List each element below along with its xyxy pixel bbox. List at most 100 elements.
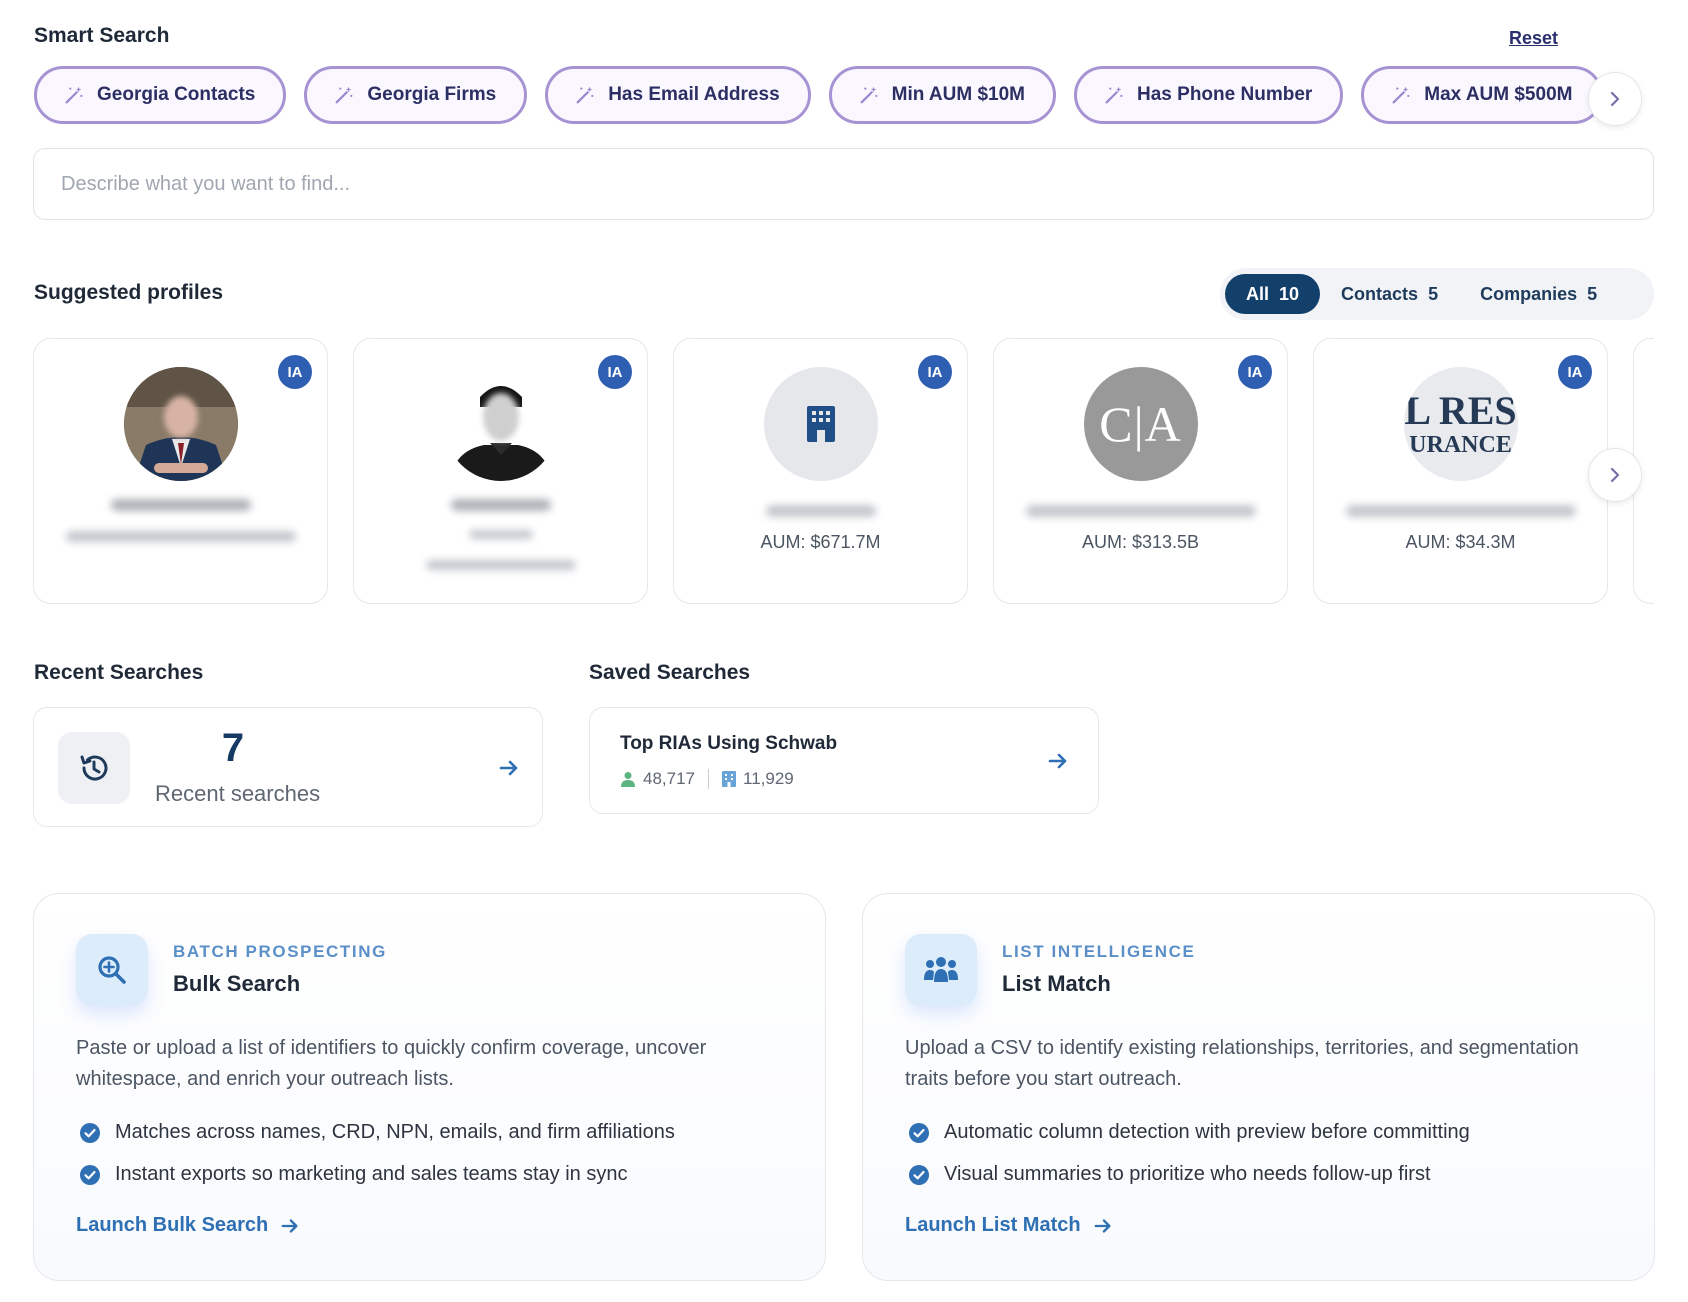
smart-chip-has-email[interactable]: Has Email Address — [545, 66, 811, 124]
saved-search-stats: 48,717 11,929 — [620, 769, 794, 789]
feature-link-label: Launch List Match — [905, 1214, 1081, 1236]
profile-card[interactable]: IA — [353, 338, 648, 604]
filter-label: Contacts — [1341, 283, 1419, 304]
feature-bullet-text: Automatic column detection with preview … — [944, 1121, 1470, 1143]
feature-bullet: Instant exports so marketing and sales t… — [80, 1163, 627, 1186]
feature-bullet: Matches across names, CRD, NPN, emails, … — [80, 1121, 675, 1144]
check-circle-icon — [80, 1122, 100, 1143]
blurred-company-name — [1345, 505, 1576, 517]
logo-text: URANCE — [1409, 432, 1512, 458]
arrow-right-icon — [1048, 753, 1067, 769]
feature-bullet-text: Visual summaries to prioritize who needs… — [944, 1163, 1431, 1185]
ia-badge: IA — [918, 355, 952, 389]
avatar — [443, 367, 558, 481]
profile-card[interactable]: IA L RES URANCE AUM: $34.3M — [1313, 338, 1608, 604]
contacts-count: 48,717 — [643, 769, 695, 788]
arrow-right-icon — [499, 760, 518, 776]
smart-search-input[interactable] — [33, 148, 1654, 220]
suggested-profiles-title: Suggested profiles — [34, 281, 224, 304]
chip-label: Georgia Firms — [367, 84, 497, 105]
recent-searches-count: 7 — [221, 726, 245, 770]
ia-badge: IA — [1238, 355, 1272, 389]
magic-wand-icon — [576, 86, 594, 104]
magic-wand-icon — [65, 86, 83, 104]
magic-wand-icon — [1105, 86, 1123, 104]
feature-bullet-text: Instant exports so marketing and sales t… — [115, 1163, 628, 1185]
recent-searches-card[interactable]: 7 Recent searches — [33, 707, 543, 827]
profile-filter-group: All 10 Contacts 5 Companies 5 — [1220, 268, 1654, 320]
smart-chip-has-phone[interactable]: Has Phone Number — [1074, 66, 1344, 124]
company-logo: C|A — [1083, 367, 1198, 481]
filter-label: Companies — [1480, 283, 1578, 304]
bulk-search-icon-box — [76, 934, 148, 1006]
ia-badge: IA — [278, 355, 312, 389]
filter-companies[interactable]: Companies 5 — [1459, 274, 1618, 314]
feature-title: List Match — [1002, 971, 1111, 996]
launch-bulk-search-link[interactable]: Launch Bulk Search — [76, 1214, 300, 1237]
filter-count: 10 — [1279, 283, 1300, 304]
aum-value: AUM: $34.3M — [1405, 532, 1516, 552]
chips-scroll-next-button[interactable] — [1588, 72, 1642, 126]
filter-all[interactable]: All 10 — [1225, 274, 1321, 314]
search-plus-icon — [98, 956, 126, 984]
feature-eyebrow: BATCH PROSPECTING — [173, 942, 387, 961]
feature-bullet-text: Matches across names, CRD, NPN, emails, … — [115, 1121, 675, 1143]
profile-card[interactable]: IA C|A AUM: $313.5B — [993, 338, 1288, 604]
avatar — [123, 367, 238, 481]
profile-card[interactable]: IA AUM: $671.7M — [673, 338, 968, 604]
check-circle-icon — [909, 1122, 929, 1143]
filter-contacts[interactable]: Contacts 5 — [1320, 274, 1459, 314]
filter-label: All — [1246, 283, 1270, 304]
list-match-card: LIST INTELLIGENCE List Match Upload a CS… — [862, 893, 1655, 1281]
history-icon — [80, 755, 108, 781]
company-logo: L RES URANCE — [1403, 367, 1518, 481]
logo-text: L RES — [1404, 388, 1517, 433]
launch-list-match-link[interactable]: Launch List Match — [905, 1214, 1113, 1237]
reset-link[interactable]: Reset — [1509, 28, 1558, 49]
feature-eyebrow: LIST INTELLIGENCE — [1002, 942, 1196, 961]
profile-card[interactable]: IA — [33, 338, 328, 604]
chevron-right-icon — [1610, 467, 1620, 483]
magic-wand-icon — [335, 86, 353, 104]
saved-search-name: Top RIAs Using Schwab — [620, 733, 838, 754]
blurred-company-name — [1025, 505, 1256, 517]
filter-count: 5 — [1428, 283, 1439, 304]
chip-label: Georgia Contacts — [97, 84, 256, 105]
stat-divider — [708, 769, 709, 789]
recent-searches-title: Recent Searches — [34, 661, 204, 684]
feature-bullet: Automatic column detection with preview … — [909, 1121, 1470, 1144]
blurred-company-name — [765, 505, 876, 517]
smart-chip-min-aum[interactable]: Min AUM $10M — [828, 66, 1057, 124]
feature-title: Bulk Search — [173, 971, 301, 996]
chip-label: Has Email Address — [608, 84, 780, 105]
saved-search-item[interactable]: Top RIAs Using Schwab 48,717 11,929 — [589, 707, 1099, 814]
blurred-name — [450, 499, 551, 511]
chip-label: Min AUM $10M — [891, 84, 1026, 105]
profile-card-row: IA IA IA AUM: $671.7M IA C|A AUM: $313.5… — [33, 338, 1654, 604]
aum-value: AUM: $671.7M — [760, 532, 881, 552]
blurred-title — [65, 531, 296, 542]
person-icon — [621, 772, 635, 787]
feature-bullet: Visual summaries to prioritize who needs… — [909, 1163, 1431, 1186]
filter-count: 5 — [1587, 283, 1598, 304]
logo-text: C|A — [1099, 396, 1182, 452]
chip-label: Max AUM $500M — [1424, 84, 1573, 105]
building-icon — [722, 771, 736, 787]
feature-link-label: Launch Bulk Search — [76, 1214, 269, 1236]
companies-count: 11,929 — [743, 769, 794, 788]
smart-search-title: Smart Search — [34, 24, 170, 47]
list-match-icon-box — [905, 934, 977, 1006]
blurred-role — [468, 530, 533, 539]
chevron-right-icon — [1610, 91, 1620, 107]
history-icon-box — [58, 732, 130, 804]
arrow-right-icon — [1094, 1218, 1111, 1233]
profiles-scroll-next-button[interactable] — [1588, 448, 1642, 502]
smart-chip-georgia-firms[interactable]: Georgia Firms — [304, 66, 528, 124]
smart-chip-georgia-contacts[interactable]: Georgia Contacts — [34, 66, 287, 124]
recent-searches-label: Recent searches — [155, 781, 321, 806]
check-circle-icon — [80, 1164, 100, 1185]
people-group-icon — [924, 957, 958, 982]
blurred-location — [425, 560, 576, 570]
smart-chip-max-aum[interactable]: Max AUM $500M — [1361, 66, 1604, 124]
company-avatar — [763, 367, 878, 481]
